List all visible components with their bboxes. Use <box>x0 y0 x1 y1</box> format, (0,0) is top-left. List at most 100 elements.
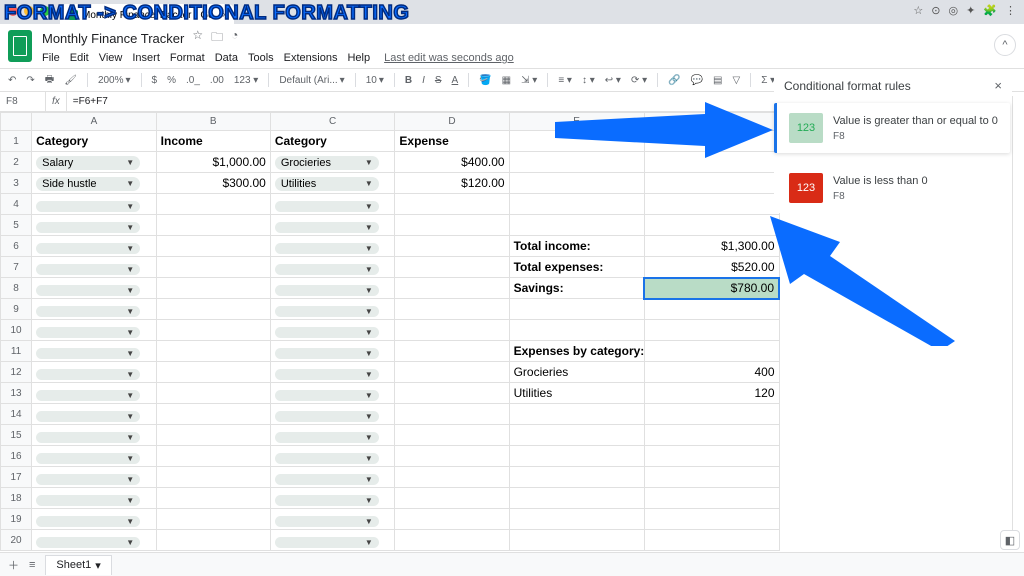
col-header[interactable]: D <box>395 113 509 131</box>
cell[interactable] <box>509 467 644 488</box>
ext-icon[interactable]: 🧩 <box>983 4 997 17</box>
star-icon[interactable]: ☆ <box>192 28 203 49</box>
cell[interactable] <box>509 194 644 215</box>
cell[interactable] <box>395 341 509 362</box>
cell[interactable]: ▼ <box>32 236 157 257</box>
cell[interactable] <box>395 278 509 299</box>
cell[interactable] <box>644 299 779 320</box>
cell[interactable]: Utilities▼ <box>270 173 395 194</box>
cell[interactable] <box>395 530 509 551</box>
cell[interactable]: Grocieries <box>509 362 644 383</box>
cell[interactable]: Income <box>156 131 270 152</box>
cell[interactable] <box>509 446 644 467</box>
row-header[interactable]: 18 <box>1 488 32 509</box>
paint-format-button[interactable]: 🖌 <box>62 73 79 88</box>
link-button[interactable]: 🔗 <box>666 73 682 88</box>
data-validation-dropdown[interactable]: ▼ <box>275 243 379 254</box>
ext-icon[interactable]: ⊙ <box>931 4 940 17</box>
cell[interactable] <box>509 299 644 320</box>
cell[interactable]: ▼ <box>32 257 157 278</box>
cell[interactable]: ▼ <box>32 299 157 320</box>
menu-edit[interactable]: Edit <box>70 52 89 64</box>
cell[interactable] <box>395 362 509 383</box>
cell[interactable] <box>395 320 509 341</box>
data-validation-dropdown[interactable]: ▼ <box>36 453 140 464</box>
cell[interactable] <box>644 341 779 362</box>
cell[interactable] <box>156 488 270 509</box>
row-header[interactable]: 6 <box>1 236 32 257</box>
font-size-select[interactable]: 10 ▾ <box>364 73 386 88</box>
cell[interactable] <box>395 299 509 320</box>
data-validation-dropdown[interactable]: ▼ <box>36 264 140 275</box>
cell[interactable]: ▼ <box>32 362 157 383</box>
cell[interactable]: ▼ <box>270 278 395 299</box>
cell[interactable]: $520.00 <box>644 257 779 278</box>
row-header[interactable]: 3 <box>1 173 32 194</box>
cell[interactable]: Side hustle▼ <box>32 173 157 194</box>
more-formats-button[interactable]: 123 ▾ <box>232 73 260 88</box>
row-header[interactable]: 7 <box>1 257 32 278</box>
data-validation-dropdown[interactable]: ▼ <box>36 348 140 359</box>
data-validation-dropdown[interactable]: ▼ <box>36 243 140 254</box>
increase-decimal-button[interactable]: .00 <box>208 73 226 88</box>
font-select[interactable]: Default (Ari... ▾ <box>277 73 346 88</box>
data-validation-dropdown[interactable]: ▼ <box>275 390 379 401</box>
row-header[interactable]: 2 <box>1 152 32 173</box>
row-header[interactable]: 5 <box>1 215 32 236</box>
cell[interactable]: ▼ <box>32 383 157 404</box>
cell[interactable] <box>156 320 270 341</box>
cell[interactable] <box>156 257 270 278</box>
cell[interactable]: Category <box>270 131 395 152</box>
cell[interactable] <box>395 236 509 257</box>
cell[interactable] <box>156 383 270 404</box>
data-validation-dropdown[interactable]: ▼ <box>36 285 140 296</box>
sheet-tab[interactable]: Sheet1 ▾ <box>45 555 111 575</box>
cell[interactable]: Category <box>32 131 157 152</box>
cell[interactable]: ▼ <box>32 278 157 299</box>
data-validation-dropdown[interactable]: Utilities▼ <box>275 177 379 191</box>
cell[interactable] <box>395 257 509 278</box>
undo-button[interactable]: ↶ <box>6 73 18 88</box>
cell[interactable] <box>509 404 644 425</box>
row-header[interactable]: 9 <box>1 299 32 320</box>
cell[interactable]: ▼ <box>270 530 395 551</box>
h-align-button[interactable]: ≡ ▾ <box>556 73 574 88</box>
data-validation-dropdown[interactable]: ▼ <box>275 432 379 443</box>
chart-button[interactable]: ▤ <box>711 73 724 88</box>
data-validation-dropdown[interactable]: ▼ <box>36 537 140 548</box>
col-header[interactable]: C <box>270 113 395 131</box>
bold-button[interactable]: B <box>403 73 414 88</box>
ext-icon[interactable]: ☆ <box>913 4 923 17</box>
menu-file[interactable]: File <box>42 52 60 64</box>
ext-icon[interactable]: ⋮ <box>1005 4 1016 17</box>
cell[interactable]: ▼ <box>32 488 157 509</box>
data-validation-dropdown[interactable]: ▼ <box>36 411 140 422</box>
cell[interactable] <box>156 425 270 446</box>
cell[interactable] <box>156 215 270 236</box>
cell[interactable]: ▼ <box>270 257 395 278</box>
cell[interactable]: ▼ <box>32 446 157 467</box>
cell[interactable]: ▼ <box>270 488 395 509</box>
cell[interactable] <box>644 194 779 215</box>
menu-insert[interactable]: Insert <box>132 52 160 64</box>
cell[interactable] <box>644 467 779 488</box>
cell[interactable]: 400 <box>644 362 779 383</box>
cell[interactable]: Expenses by category: <box>509 341 644 362</box>
cell[interactable]: ▼ <box>270 467 395 488</box>
strike-button[interactable]: S <box>433 73 444 88</box>
menu-view[interactable]: View <box>99 52 123 64</box>
cell[interactable] <box>644 215 779 236</box>
cell[interactable] <box>509 488 644 509</box>
cell[interactable]: Grocieries▼ <box>270 152 395 173</box>
cell[interactable]: ▼ <box>32 194 157 215</box>
percent-button[interactable]: % <box>165 73 178 88</box>
cell[interactable] <box>644 446 779 467</box>
row-header[interactable]: 13 <box>1 383 32 404</box>
menu-extensions[interactable]: Extensions <box>284 52 338 64</box>
data-validation-dropdown[interactable]: ▼ <box>275 474 379 485</box>
last-edit-text[interactable]: Last edit was seconds ago <box>384 52 514 64</box>
data-validation-dropdown[interactable]: ▼ <box>36 516 140 527</box>
cell[interactable] <box>156 467 270 488</box>
italic-button[interactable]: I <box>420 73 427 88</box>
data-validation-dropdown[interactable]: ▼ <box>36 495 140 506</box>
